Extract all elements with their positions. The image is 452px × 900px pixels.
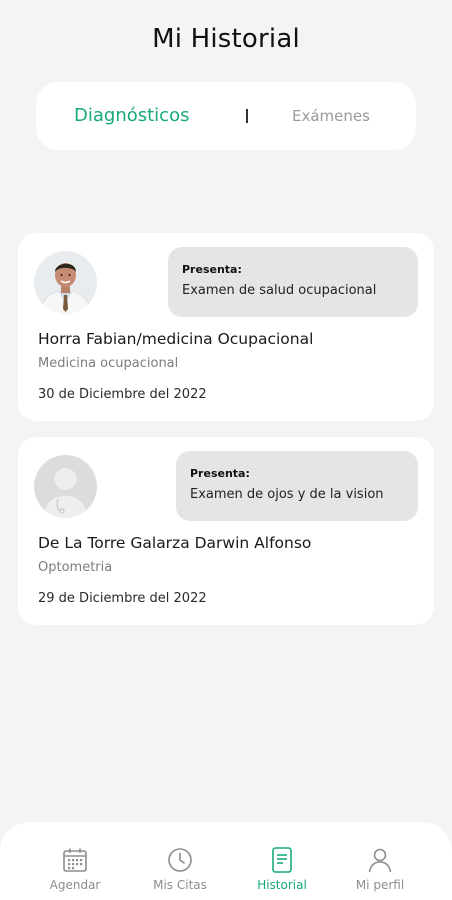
tab-switcher: Diagnósticos Exámenes bbox=[36, 82, 416, 150]
nav-mi-perfil[interactable]: Mi perfil bbox=[330, 846, 430, 892]
doctor-photo-icon bbox=[34, 251, 97, 314]
calendar-icon bbox=[63, 848, 87, 872]
doctor-name: Horra Fabian/medicina Ocupacional bbox=[38, 330, 314, 348]
history-card[interactable]: Presenta: Examen de ojos y de la vision … bbox=[18, 437, 434, 625]
bottom-nav: Agendar Mis Citas Historial Mi perfil bbox=[0, 822, 452, 900]
record-date: 29 de Diciembre del 2022 bbox=[38, 591, 207, 606]
presenta-text: Examen de ojos y de la vision bbox=[190, 487, 384, 502]
nav-label: Mi perfil bbox=[355, 878, 405, 892]
record-date: 30 de Diciembre del 2022 bbox=[38, 387, 207, 402]
specialty: Optometria bbox=[38, 560, 113, 575]
nav-mis-citas[interactable]: Mis Citas bbox=[130, 846, 230, 892]
presenta-label: Presenta: bbox=[190, 467, 250, 480]
nav-label: Mis Citas bbox=[153, 878, 207, 892]
history-card[interactable]: Presenta: Examen de salud ocupacional Ho… bbox=[18, 233, 434, 421]
nav-agendar[interactable]: Agendar bbox=[25, 846, 125, 892]
tab-diagnosticos[interactable]: Diagnósticos bbox=[74, 82, 189, 150]
presenta-label: Presenta: bbox=[182, 263, 242, 276]
clock-icon bbox=[168, 848, 192, 872]
presenta-text: Examen de salud ocupacional bbox=[182, 283, 377, 298]
doctor-name: De La Torre Galarza Darwin Alfonso bbox=[38, 534, 312, 552]
document-icon bbox=[272, 847, 292, 873]
specialty: Medicina ocupacional bbox=[38, 356, 179, 371]
doctor-placeholder-icon bbox=[34, 455, 97, 518]
presenta-bubble: Presenta: Examen de ojos y de la vision bbox=[176, 451, 418, 521]
presenta-bubble: Presenta: Examen de salud ocupacional bbox=[168, 247, 418, 317]
nav-historial[interactable]: Historial bbox=[232, 846, 332, 892]
nav-label: Agendar bbox=[49, 878, 101, 892]
page-title: Mi Historial bbox=[152, 24, 300, 54]
tab-divider bbox=[246, 109, 248, 123]
doctor-avatar bbox=[34, 251, 97, 314]
history-screen: Mi Historial Diagnósticos Exámenes Prese… bbox=[0, 0, 452, 900]
doctor-avatar bbox=[34, 455, 97, 518]
tab-examenes[interactable]: Exámenes bbox=[292, 82, 370, 150]
user-icon bbox=[368, 848, 392, 873]
nav-label: Historial bbox=[257, 878, 307, 892]
